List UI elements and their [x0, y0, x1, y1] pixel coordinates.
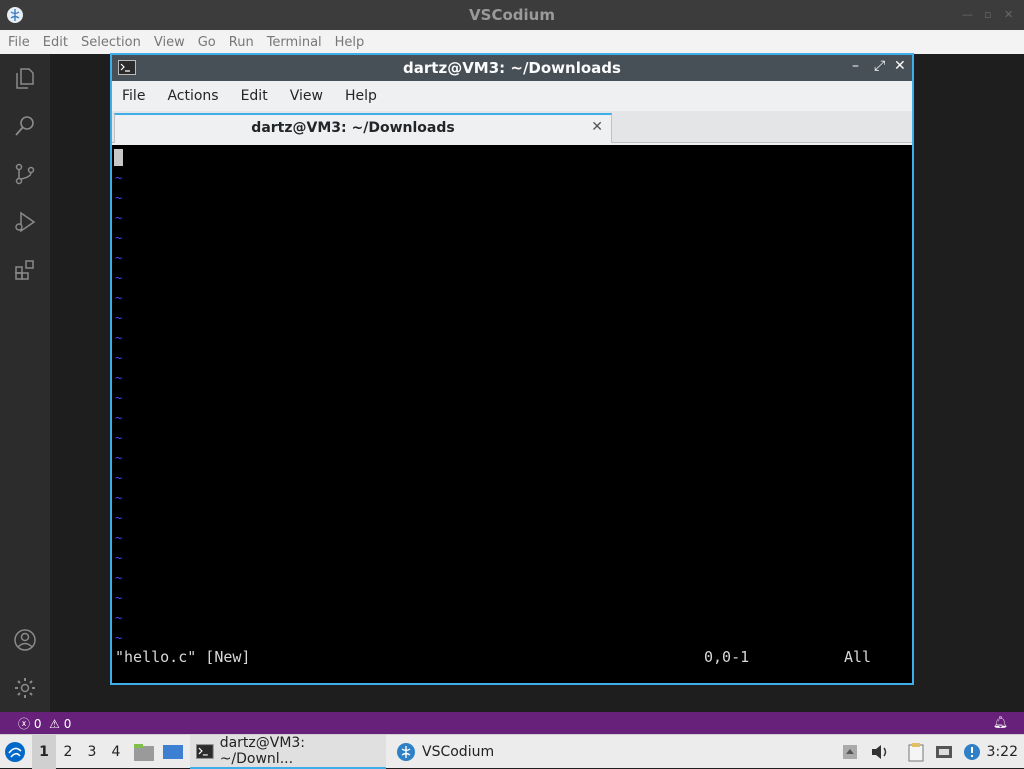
menu-selection[interactable]: Selection	[81, 35, 141, 50]
terminal-window-title: dartz@VM3: ~/Downloads	[403, 59, 621, 77]
application-menu-button[interactable]	[4, 735, 28, 769]
network-icon[interactable]	[934, 735, 954, 769]
vim-empty-line-marker: ~	[115, 231, 123, 245]
vim-cursor-position: 0,0-1	[704, 648, 750, 666]
menu-file[interactable]: File	[122, 88, 145, 104]
workspace-3[interactable]: 3	[80, 735, 104, 769]
terminal-icon	[196, 743, 214, 759]
lubuntu-logo-icon	[5, 742, 25, 762]
menu-run[interactable]: Run	[229, 35, 254, 50]
vim-file-status: "hello.c" [New]	[115, 648, 251, 666]
menu-help[interactable]: Help	[345, 88, 377, 104]
vim-empty-line-marker: ~	[115, 531, 123, 545]
accounts-icon[interactable]	[13, 628, 37, 652]
volume-icon[interactable]	[870, 735, 890, 769]
explorer-icon[interactable]	[13, 66, 37, 90]
activity-bar	[0, 54, 50, 712]
vim-empty-line-marker: ~	[115, 431, 123, 445]
maximize-icon[interactable]: ⤢	[874, 58, 885, 74]
maximize-icon[interactable]: ▫	[984, 8, 991, 21]
vim-empty-line-marker: ~	[115, 471, 123, 485]
task-vscodium-label: VSCodium	[422, 744, 495, 760]
error-count: 0	[33, 717, 42, 731]
menu-edit[interactable]: Edit	[241, 88, 268, 104]
eject-icon[interactable]	[842, 735, 858, 769]
close-icon[interactable]: ✕	[1004, 8, 1013, 21]
clipboard-icon[interactable]	[906, 735, 926, 769]
vim-empty-line-marker: ~	[115, 211, 123, 225]
menu-file[interactable]: File	[8, 35, 30, 50]
vim-empty-line-marker: ~	[115, 591, 123, 605]
menu-help[interactable]: Help	[335, 35, 365, 50]
vscodium-titlebar: VSCodium — ▫ ✕	[0, 0, 1024, 30]
vim-empty-line-marker: ~	[115, 191, 123, 205]
menu-terminal[interactable]: Terminal	[267, 35, 322, 50]
vscodium-statusbar: ⓧ 0 ⚠ 0 🔔︎	[0, 712, 1024, 734]
workspace-2[interactable]: 2	[56, 735, 80, 769]
text-cursor	[114, 149, 123, 166]
error-icon: ⓧ	[18, 717, 31, 731]
extensions-icon[interactable]	[13, 258, 37, 282]
minimize-icon[interactable]: –	[852, 58, 859, 74]
vim-empty-line-marker: ~	[115, 291, 123, 305]
terminal-menubar: File Actions Edit View Help	[112, 81, 912, 111]
vim-empty-line-marker: ~	[115, 271, 123, 285]
gear-icon[interactable]	[13, 676, 37, 700]
task-terminal[interactable]: dartz@VM3: ~/Downl...	[190, 735, 386, 769]
vim-empty-line-marker: ~	[115, 511, 123, 525]
menu-edit[interactable]: Edit	[43, 35, 68, 50]
minimize-icon[interactable]: —	[962, 8, 973, 21]
run-debug-icon[interactable]	[13, 210, 37, 234]
workspace-1[interactable]: 1	[32, 735, 56, 769]
task-vscodium[interactable]: VSCodium	[390, 735, 500, 769]
vim-empty-line-marker: ~	[115, 391, 123, 405]
workspace-4[interactable]: 4	[104, 735, 128, 769]
menu-view[interactable]: View	[154, 35, 185, 50]
terminal-output[interactable]: ~ ~ ~ ~ ~ ~ ~ ~ ~ ~ ~ ~ ~ ~ ~ ~ ~ ~ ~ ~ ~ ~ ~ ~ "hello.c" [New]…	[112, 145, 912, 683]
vim-empty-line-marker: ~	[115, 331, 123, 345]
notifications-bell-icon[interactable]: 🔔︎	[993, 715, 1008, 729]
terminal-tab[interactable]: dartz@VM3: ~/Downloads ✕	[114, 113, 612, 143]
file-manager-icon[interactable]	[133, 735, 155, 769]
warning-icon: ⚠	[49, 717, 60, 731]
vscodium-menubar: File Edit Selection View Go Run Terminal…	[0, 30, 1024, 54]
vim-empty-line-marker: ~	[115, 551, 123, 565]
terminal-tab-label: dartz@VM3: ~/Downloads	[251, 120, 455, 136]
vscodium-window-title: VSCodium	[469, 6, 555, 24]
source-control-icon[interactable]	[13, 162, 37, 186]
problems-indicator[interactable]: ⓧ 0 ⚠ 0	[18, 715, 71, 732]
search-icon[interactable]	[13, 114, 37, 138]
update-notifier-icon[interactable]	[962, 735, 982, 769]
vim-empty-line-marker: ~	[115, 631, 123, 645]
warning-count: 0	[63, 717, 72, 731]
vim-empty-line-marker: ~	[115, 351, 123, 365]
vim-scroll-indicator: All	[844, 648, 872, 666]
clock[interactable]: 3:22	[987, 735, 1018, 769]
vim-empty-line-marker: ~	[115, 371, 123, 385]
show-desktop-icon[interactable]	[162, 735, 184, 769]
vim-empty-line-marker: ~	[115, 411, 123, 425]
close-tab-icon[interactable]: ✕	[591, 119, 603, 135]
vim-empty-line-marker: ~	[115, 451, 123, 465]
vim-empty-line-marker: ~	[115, 311, 123, 325]
menu-actions[interactable]: Actions	[167, 88, 218, 104]
vim-empty-line-marker: ~	[115, 611, 123, 625]
terminal-tabbar: dartz@VM3: ~/Downloads ✕	[112, 111, 912, 143]
terminal-titlebar[interactable]: dartz@VM3: ~/Downloads – ⤢ ✕	[112, 55, 912, 81]
vim-empty-line-marker: ~	[115, 571, 123, 585]
vim-empty-line-marker: ~	[115, 491, 123, 505]
vim-empty-line-marker: ~	[115, 251, 123, 265]
menu-view[interactable]: View	[290, 88, 323, 104]
close-icon[interactable]: ✕	[894, 58, 906, 74]
menu-go[interactable]: Go	[198, 35, 216, 50]
vscodium-icon	[397, 743, 415, 761]
vim-empty-line-marker: ~	[115, 171, 123, 185]
task-terminal-label: dartz@VM3: ~/Downl...	[219, 735, 306, 767]
terminal-window: dartz@VM3: ~/Downloads – ⤢ ✕ File Action…	[110, 53, 914, 685]
taskbar: 1 2 3 4 dartz@VM3: ~/Downl... VSCodium 3…	[0, 734, 1024, 769]
